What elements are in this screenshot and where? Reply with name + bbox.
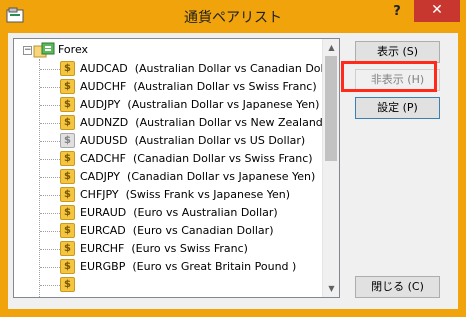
show-button[interactable]: 表示 (S) bbox=[355, 41, 440, 63]
settings-button-highlight bbox=[341, 61, 437, 92]
tree-item-audchf[interactable]: $ AUDCHF (Australian Dollar vs Swiss Fra… bbox=[14, 78, 322, 96]
title-bar[interactable]: 通貨ペアリスト ? ✕ bbox=[0, 0, 466, 33]
tree-branch-line bbox=[40, 159, 60, 160]
symbol-tree[interactable]: − Forex $ AUDCAD (Australian Dollar vs C… bbox=[13, 38, 340, 298]
tree-branch-line bbox=[40, 69, 60, 70]
currency-symbol-icon: $ bbox=[60, 61, 75, 76]
tree-item-chfjpy[interactable]: $ CHFJPY (Swiss Frank vs Japanese Yen) bbox=[14, 186, 322, 204]
tree-item-eurcad[interactable]: $ EURCAD (Euro vs Canadian Dollar) bbox=[14, 222, 322, 240]
currency-symbol-icon: $ bbox=[60, 223, 75, 238]
tree-root-forex[interactable]: − Forex bbox=[14, 42, 322, 60]
tree-item-eurchf[interactable]: $ EURCHF (Euro vs Swiss Franc) bbox=[14, 240, 322, 258]
dialog-window: 通貨ペアリスト ? ✕ − Forex $ AUDCAD (Australian… bbox=[0, 0, 466, 317]
currency-symbol-icon: $ bbox=[60, 187, 75, 202]
tree-item-audusd[interactable]: $ AUDUSD (Australian Dollar vs US Dollar… bbox=[14, 132, 322, 150]
currency-symbol-icon: $ bbox=[60, 115, 75, 130]
tree-item-label: CADJPY (Canadian Dollar vs Japanese Yen) bbox=[80, 170, 316, 183]
close-window-button[interactable]: ✕ bbox=[414, 0, 460, 22]
tree-branch-line bbox=[40, 141, 60, 142]
tree-item-cadjpy[interactable]: $ CADJPY (Canadian Dollar vs Japanese Ye… bbox=[14, 168, 322, 186]
tree-branch-line bbox=[40, 105, 60, 106]
tree-item-label: AUDCAD (Australian Dollar vs Canadian Do… bbox=[80, 62, 322, 75]
currency-symbol-icon: $ bbox=[60, 205, 75, 220]
tree-item-audnzd[interactable]: $ AUDNZD (Australian Dollar vs New Zeala… bbox=[14, 114, 322, 132]
tree-branch-line bbox=[40, 195, 60, 196]
folder-icon bbox=[33, 42, 55, 58]
tree-item-label: AUDNZD (Australian Dollar vs New Zealand… bbox=[80, 116, 322, 129]
tree-item-audcad[interactable]: $ AUDCAD (Australian Dollar vs Canadian … bbox=[14, 60, 322, 78]
tree-branch-line bbox=[40, 87, 60, 88]
currency-symbol-icon: $ bbox=[60, 97, 75, 112]
tree-item-label: EURCAD (Euro vs Canadian Dollar) bbox=[80, 224, 274, 237]
tree-branch-line bbox=[40, 249, 60, 250]
tree-item-cadchf[interactable]: $ CADCHF (Canadian Dollar vs Swiss Franc… bbox=[14, 150, 322, 168]
tree-item-label: EURAUD (Euro vs Australian Dollar) bbox=[80, 206, 278, 219]
scrollbar-thumb[interactable] bbox=[325, 56, 337, 161]
tree-item-label: AUDJPY (Australian Dollar vs Japanese Ye… bbox=[80, 98, 320, 111]
settings-button[interactable]: 設定 (P) bbox=[355, 97, 440, 119]
tree-root-label: Forex bbox=[58, 43, 89, 56]
currency-symbol-icon: $ bbox=[60, 259, 75, 274]
tree-item-eurgbp[interactable]: $ EURGBP (Euro vs Great Britain Pound ) bbox=[14, 258, 322, 276]
tree-branch-line bbox=[40, 123, 60, 124]
scroll-down-arrow-icon[interactable]: ▼ bbox=[323, 280, 339, 297]
tree-item-label: EURCHF (Euro vs Swiss Franc) bbox=[80, 242, 248, 255]
tree-branch-line bbox=[40, 267, 60, 268]
close-button[interactable]: 閉じる (C) bbox=[355, 276, 440, 298]
tree-item-audjpy[interactable]: $ AUDJPY (Australian Dollar vs Japanese … bbox=[14, 96, 322, 114]
scroll-up-arrow-icon[interactable]: ▲ bbox=[323, 39, 339, 56]
help-button[interactable]: ? bbox=[382, 0, 412, 24]
tree-branch-line bbox=[40, 285, 60, 286]
tree-item-label: AUDCHF (Australian Dollar vs Swiss Franc… bbox=[80, 80, 317, 93]
tree-item-euraud[interactable]: $ EURAUD (Euro vs Australian Dollar) bbox=[14, 204, 322, 222]
tree-branch-line bbox=[40, 177, 60, 178]
tree-item-partial[interactable]: $ bbox=[14, 276, 322, 294]
currency-symbol-icon-disabled: $ bbox=[60, 133, 75, 148]
tree-item-label: CADCHF (Canadian Dollar vs Swiss Franc) bbox=[80, 152, 313, 165]
tree-branch-line bbox=[40, 231, 60, 232]
collapse-icon[interactable]: − bbox=[23, 46, 32, 55]
currency-symbol-icon: $ bbox=[60, 151, 75, 166]
tree-item-label: AUDUSD (Australian Dollar vs US Dollar) bbox=[80, 134, 306, 147]
vertical-scrollbar[interactable]: ▲ ▼ bbox=[322, 39, 339, 297]
currency-symbol-icon: $ bbox=[60, 169, 75, 184]
currency-symbol-icon: $ bbox=[60, 79, 75, 94]
tree-item-label: CHFJPY (Swiss Frank vs Japanese Yen) bbox=[80, 188, 291, 201]
currency-symbol-icon: $ bbox=[60, 241, 75, 256]
currency-symbol-icon: $ bbox=[60, 277, 75, 292]
tree-item-label: EURGBP (Euro vs Great Britain Pound ) bbox=[80, 260, 297, 273]
window-border bbox=[458, 33, 466, 309]
tree-branch-line bbox=[40, 213, 60, 214]
tree-content: − Forex $ AUDCAD (Australian Dollar vs C… bbox=[14, 39, 322, 297]
